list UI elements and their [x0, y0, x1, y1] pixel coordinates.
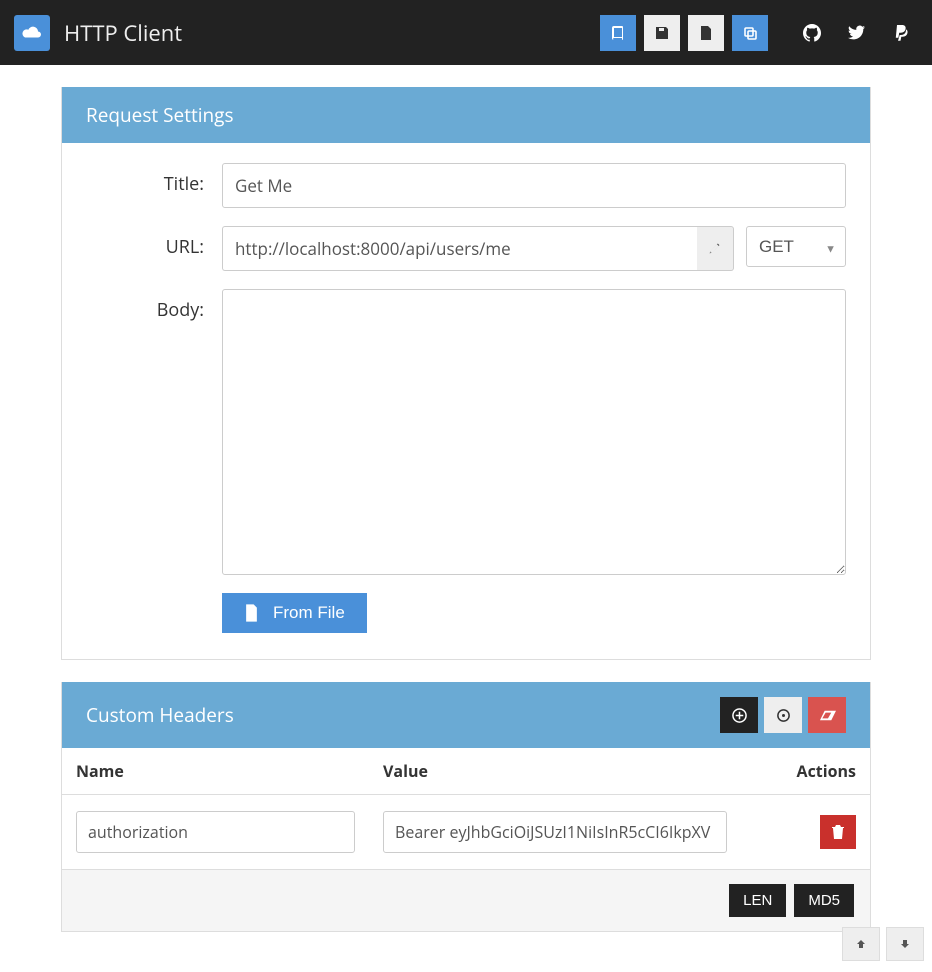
from-file-button[interactable]: From File	[222, 593, 367, 633]
nav-toolbar	[600, 15, 918, 51]
target-icon	[776, 708, 791, 723]
headers-table: Name Value Actions	[62, 748, 870, 869]
file-icon	[244, 604, 259, 622]
save-button[interactable]	[644, 15, 680, 51]
clear-headers-button[interactable]	[808, 697, 846, 733]
document-button[interactable]	[688, 15, 724, 51]
pencil-icon	[708, 242, 721, 255]
len-button[interactable]: LEN	[729, 884, 786, 917]
title-label: Title:	[86, 163, 222, 196]
custom-headers-heading-text: Custom Headers	[86, 702, 234, 728]
trash-icon	[832, 825, 844, 839]
from-file-label: From File	[273, 603, 345, 623]
header-name-input[interactable]	[76, 811, 355, 853]
custom-headers-panel: Custom Headers Name Value Actions	[61, 682, 871, 932]
col-name: Name	[62, 748, 369, 795]
navbar: HTTP Client	[0, 0, 932, 65]
request-settings-panel: Request Settings Title: URL:	[61, 87, 871, 660]
document-icon	[699, 25, 713, 41]
copy-icon	[742, 25, 758, 41]
url-edit-button[interactable]	[697, 226, 734, 271]
scroll-up-button[interactable]	[842, 927, 880, 961]
github-button[interactable]	[794, 15, 830, 51]
paypal-button[interactable]	[882, 15, 918, 51]
twitter-button[interactable]	[838, 15, 874, 51]
cloud-icon	[21, 25, 43, 41]
scroll-down-button[interactable]	[886, 927, 924, 961]
arrow-up-icon	[855, 938, 867, 950]
paypal-icon	[893, 24, 908, 42]
custom-headers-heading: Custom Headers	[62, 682, 870, 748]
book-icon	[610, 25, 626, 41]
app-logo	[14, 15, 50, 51]
book-button[interactable]	[600, 15, 636, 51]
save-icon	[654, 25, 670, 41]
col-actions: Actions	[741, 748, 870, 795]
app-title: HTTP Client	[64, 18, 182, 48]
table-row	[62, 795, 870, 870]
method-select[interactable]: GET	[746, 226, 846, 267]
target-header-button[interactable]	[764, 697, 802, 733]
page-arrows	[842, 927, 924, 961]
copy-button[interactable]	[732, 15, 768, 51]
col-value: Value	[369, 748, 741, 795]
request-settings-heading: Request Settings	[62, 87, 870, 143]
md5-button[interactable]: MD5	[794, 884, 854, 917]
header-value-input[interactable]	[383, 811, 727, 853]
plus-circle-icon	[732, 708, 747, 723]
url-input[interactable]	[222, 226, 697, 271]
eraser-icon	[819, 710, 836, 721]
headers-footer: LEN MD5	[62, 869, 870, 931]
add-header-button[interactable]	[720, 697, 758, 733]
arrow-down-icon	[899, 938, 911, 950]
url-label: URL:	[86, 226, 222, 259]
body-label: Body:	[86, 289, 222, 322]
request-settings-heading-text: Request Settings	[86, 102, 234, 128]
twitter-icon	[848, 24, 865, 41]
nav-brand: HTTP Client	[14, 15, 182, 51]
title-input[interactable]	[222, 163, 846, 208]
delete-header-button[interactable]	[820, 815, 856, 849]
body-textarea[interactable]	[222, 289, 846, 575]
github-icon	[803, 24, 821, 42]
